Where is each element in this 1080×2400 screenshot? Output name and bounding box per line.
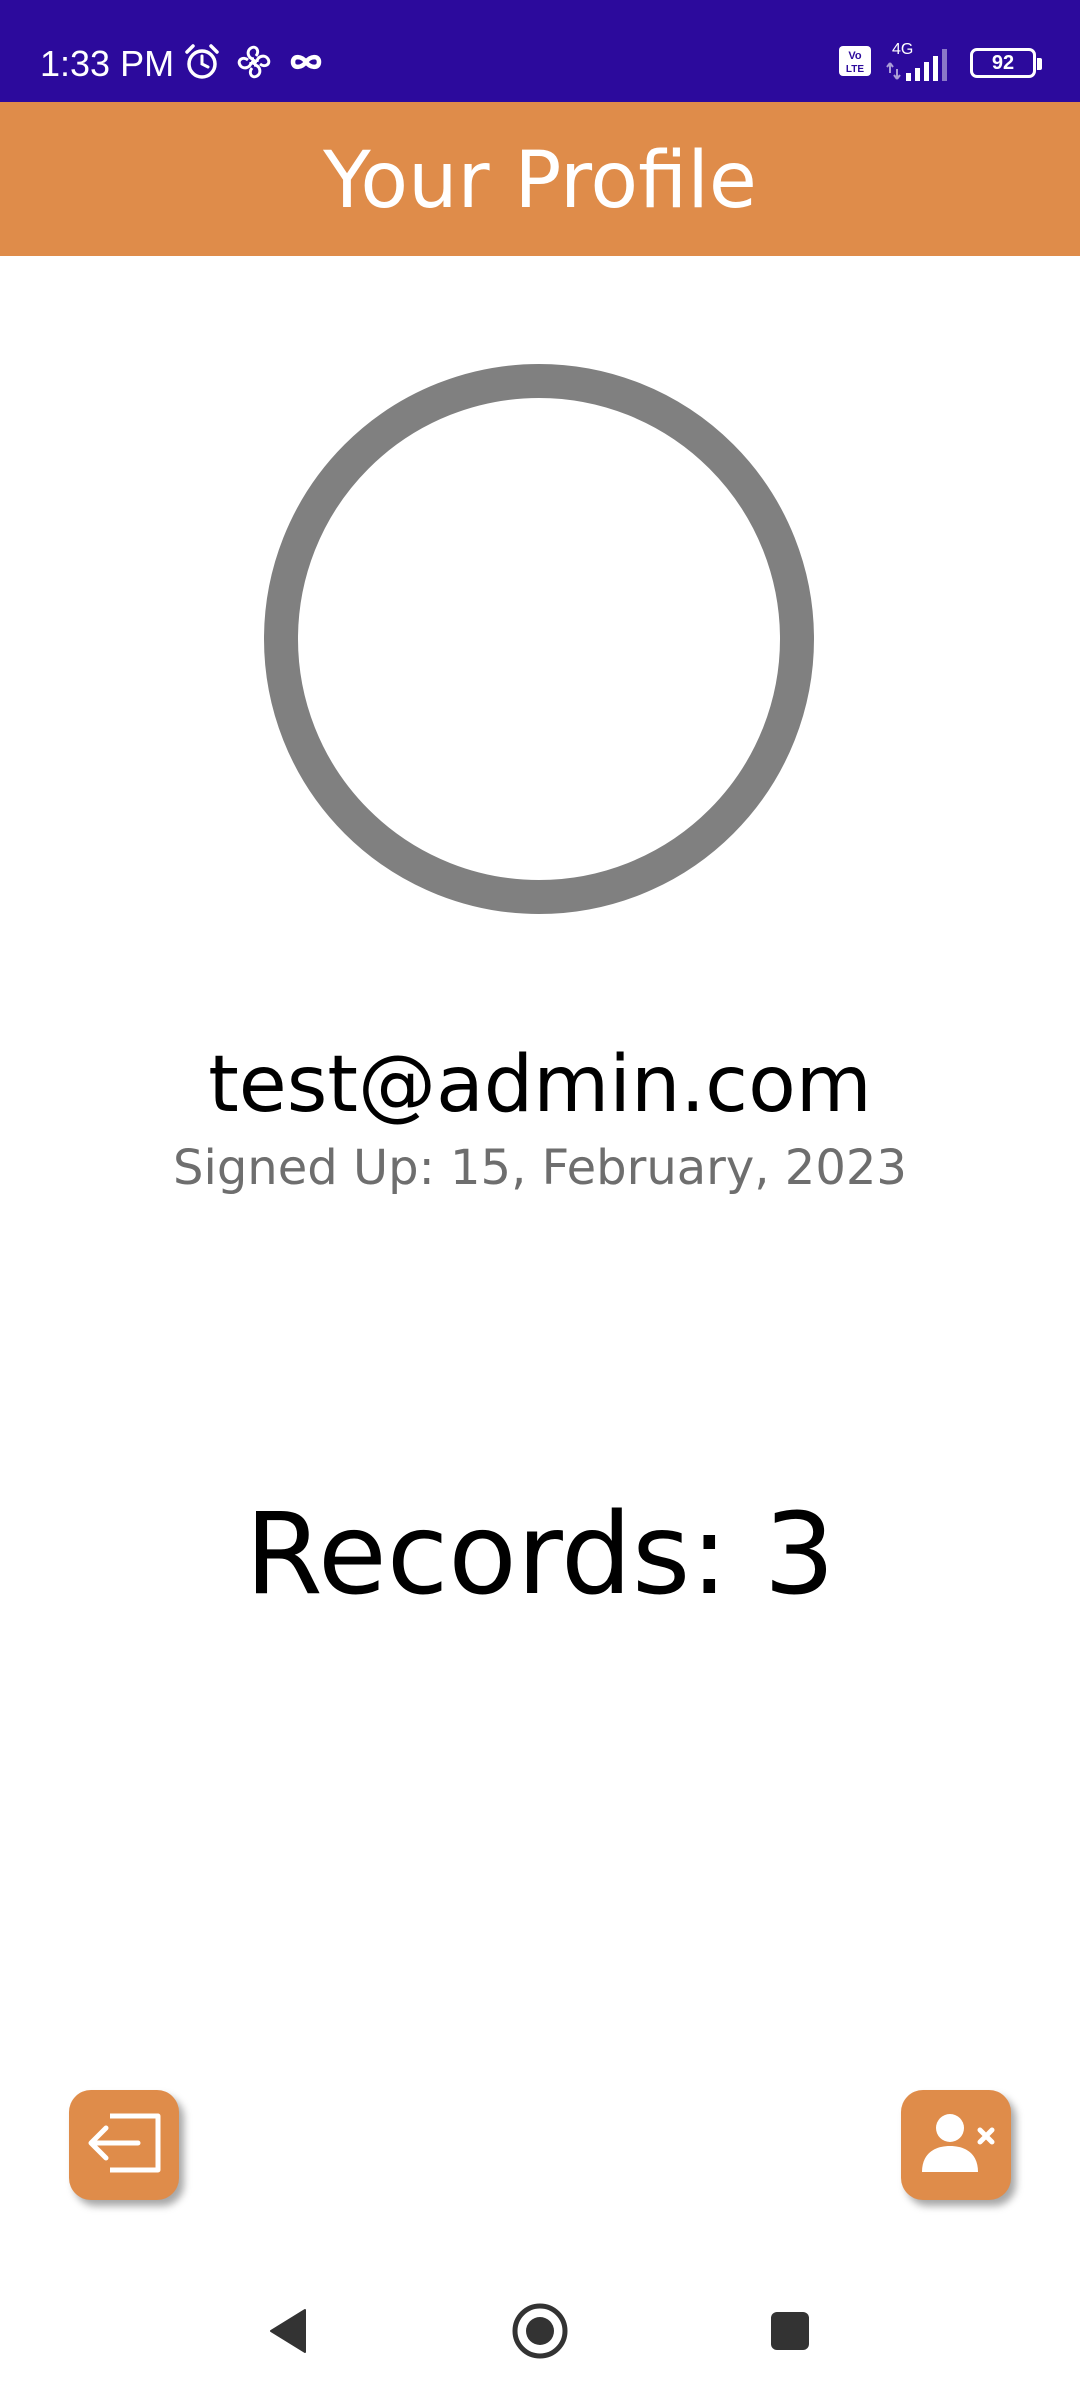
recents-icon [768,2309,812,2357]
page-title: Your Profile [323,136,757,226]
svg-text:LTE: LTE [846,64,864,75]
status-bar: 1:33 PM Vo LTE 4G 92 [0,0,1080,102]
app-header: Your Profile [0,102,1080,256]
remove-user-icon [914,2108,998,2182]
back-icon [265,2306,309,2360]
battery-level: 92 [991,52,1015,74]
fan-icon [234,42,274,86]
avatar [264,364,814,914]
alarm-icon [182,42,222,86]
4g-signal-icon: 4G [886,39,956,87]
delete-account-button[interactable] [901,2090,1011,2200]
home-icon [510,2301,570,2365]
svg-text:Vo: Vo [848,50,862,62]
infinity-icon [286,42,326,86]
logout-button[interactable] [69,2090,179,2200]
back-button[interactable] [252,2298,322,2368]
svg-text:4G: 4G [892,41,913,58]
profile-email: test@admin.com [208,1040,872,1130]
volte-icon: Vo LTE [838,44,872,82]
battery-tip [1037,58,1042,70]
recents-button[interactable] [755,2298,825,2368]
records-count: Records: 3 [245,1490,835,1620]
home-button[interactable] [505,2298,575,2368]
status-icons-right: Vo LTE 4G 92 [838,38,1042,88]
battery-icon: 92 [970,48,1042,78]
status-time: 1:33 PM [40,43,175,84]
logout-icon [82,2108,166,2182]
status-icons-left [182,42,326,86]
signup-date: Signed Up: 15, February, 2023 [173,1140,907,1196]
